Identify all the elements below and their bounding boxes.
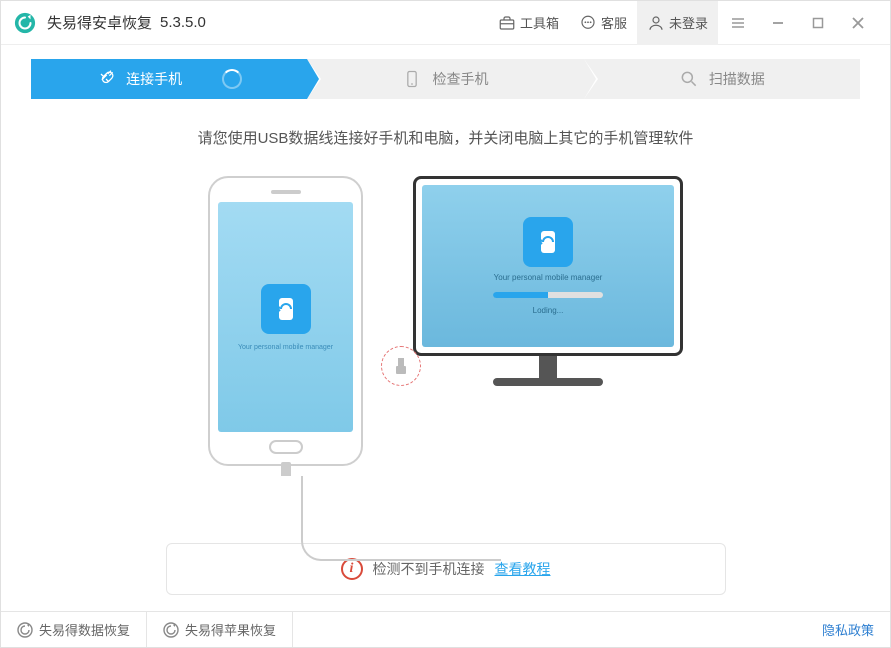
chat-icon: [579, 14, 597, 32]
monitor-base: [493, 378, 603, 386]
phone-icon: [402, 69, 422, 89]
monitor-screen: Your personal mobile manager Loding...: [422, 185, 674, 347]
apple-recovery-label: 失易得苹果恢复: [185, 620, 276, 639]
phone-cable-plug: [281, 462, 291, 476]
maximize-icon: [811, 16, 825, 30]
step-progress: 连接手机 检查手机 扫描数据: [31, 59, 860, 99]
monitor-neck: [539, 356, 557, 378]
monitor-frame: Your personal mobile manager Loding...: [413, 176, 683, 356]
login-button[interactable]: 未登录: [637, 1, 718, 45]
phone-home-button: [269, 440, 303, 454]
support-label: 客服: [601, 13, 627, 32]
instruction-text: 请您使用USB数据线连接好手机和电脑，并关闭电脑上其它的手机管理软件: [31, 127, 860, 148]
privacy-policy-link[interactable]: 隐私政策: [806, 612, 890, 647]
minimize-button[interactable]: [758, 1, 798, 45]
support-button[interactable]: 客服: [569, 1, 637, 45]
recovery-icon: [163, 622, 179, 638]
monitor-device: Your personal mobile manager Loding...: [413, 176, 683, 386]
phone-screen: Your personal mobile manager: [218, 202, 353, 432]
step2-label: 检查手机: [432, 69, 488, 89]
status-text: 检测不到手机连接: [373, 559, 485, 579]
data-recovery-button[interactable]: 失易得数据恢复: [1, 612, 147, 647]
step1-label: 连接手机: [126, 69, 182, 89]
close-button[interactable]: [838, 1, 878, 45]
app-version: 5.3.5.0: [160, 14, 206, 31]
login-label: 未登录: [669, 13, 708, 32]
app-logo-icon: [13, 11, 37, 35]
search-icon: [679, 69, 699, 89]
app-title: 失易得安卓恢复: [47, 12, 152, 33]
usb-port-highlight: [381, 346, 421, 386]
info-icon: i: [341, 558, 363, 580]
monitor-app-text: Your personal mobile manager: [494, 273, 603, 282]
footer-bar: 失易得数据恢复 失易得苹果恢复 隐私政策: [1, 611, 890, 647]
apple-recovery-button[interactable]: 失易得苹果恢复: [147, 612, 293, 647]
loading-text: Loding...: [533, 306, 564, 315]
menu-button[interactable]: [718, 1, 758, 45]
minimize-icon: [771, 16, 785, 30]
step3-label: 扫描数据: [709, 69, 765, 89]
tutorial-link[interactable]: 查看教程: [495, 559, 551, 579]
menu-icon: [731, 16, 745, 30]
toolbox-button[interactable]: 工具箱: [488, 1, 569, 45]
maximize-button[interactable]: [798, 1, 838, 45]
usb-icon: [394, 356, 408, 376]
title-bar: 失易得安卓恢复 5.3.5.0 工具箱 客服 未登录: [1, 1, 890, 45]
phone-device: Your personal mobile manager: [208, 176, 363, 466]
status-message-box: i 检测不到手机连接 查看教程: [166, 543, 726, 595]
main-content: 请您使用USB数据线连接好手机和电脑，并关闭电脑上其它的手机管理软件 Your …: [1, 99, 890, 611]
step-scan: 扫描数据: [584, 59, 860, 99]
step-connect: 连接手机: [31, 59, 307, 99]
phone-app-icon: [261, 284, 311, 334]
toolbox-label: 工具箱: [520, 13, 559, 32]
data-recovery-label: 失易得数据恢复: [39, 620, 130, 639]
phone-app-text: Your personal mobile manager: [238, 344, 333, 351]
toolbox-icon: [498, 14, 516, 32]
user-icon: [647, 14, 665, 32]
close-icon: [851, 16, 865, 30]
device-illustration: Your personal mobile manager Your person…: [31, 176, 860, 529]
step-check: 检查手机: [307, 59, 583, 99]
progress-bar: [493, 292, 603, 298]
recovery-icon: [17, 622, 33, 638]
phone-speaker: [271, 190, 301, 194]
plug-icon: [96, 69, 116, 89]
monitor-app-icon: [523, 217, 573, 267]
loading-spinner-icon: [222, 69, 242, 89]
